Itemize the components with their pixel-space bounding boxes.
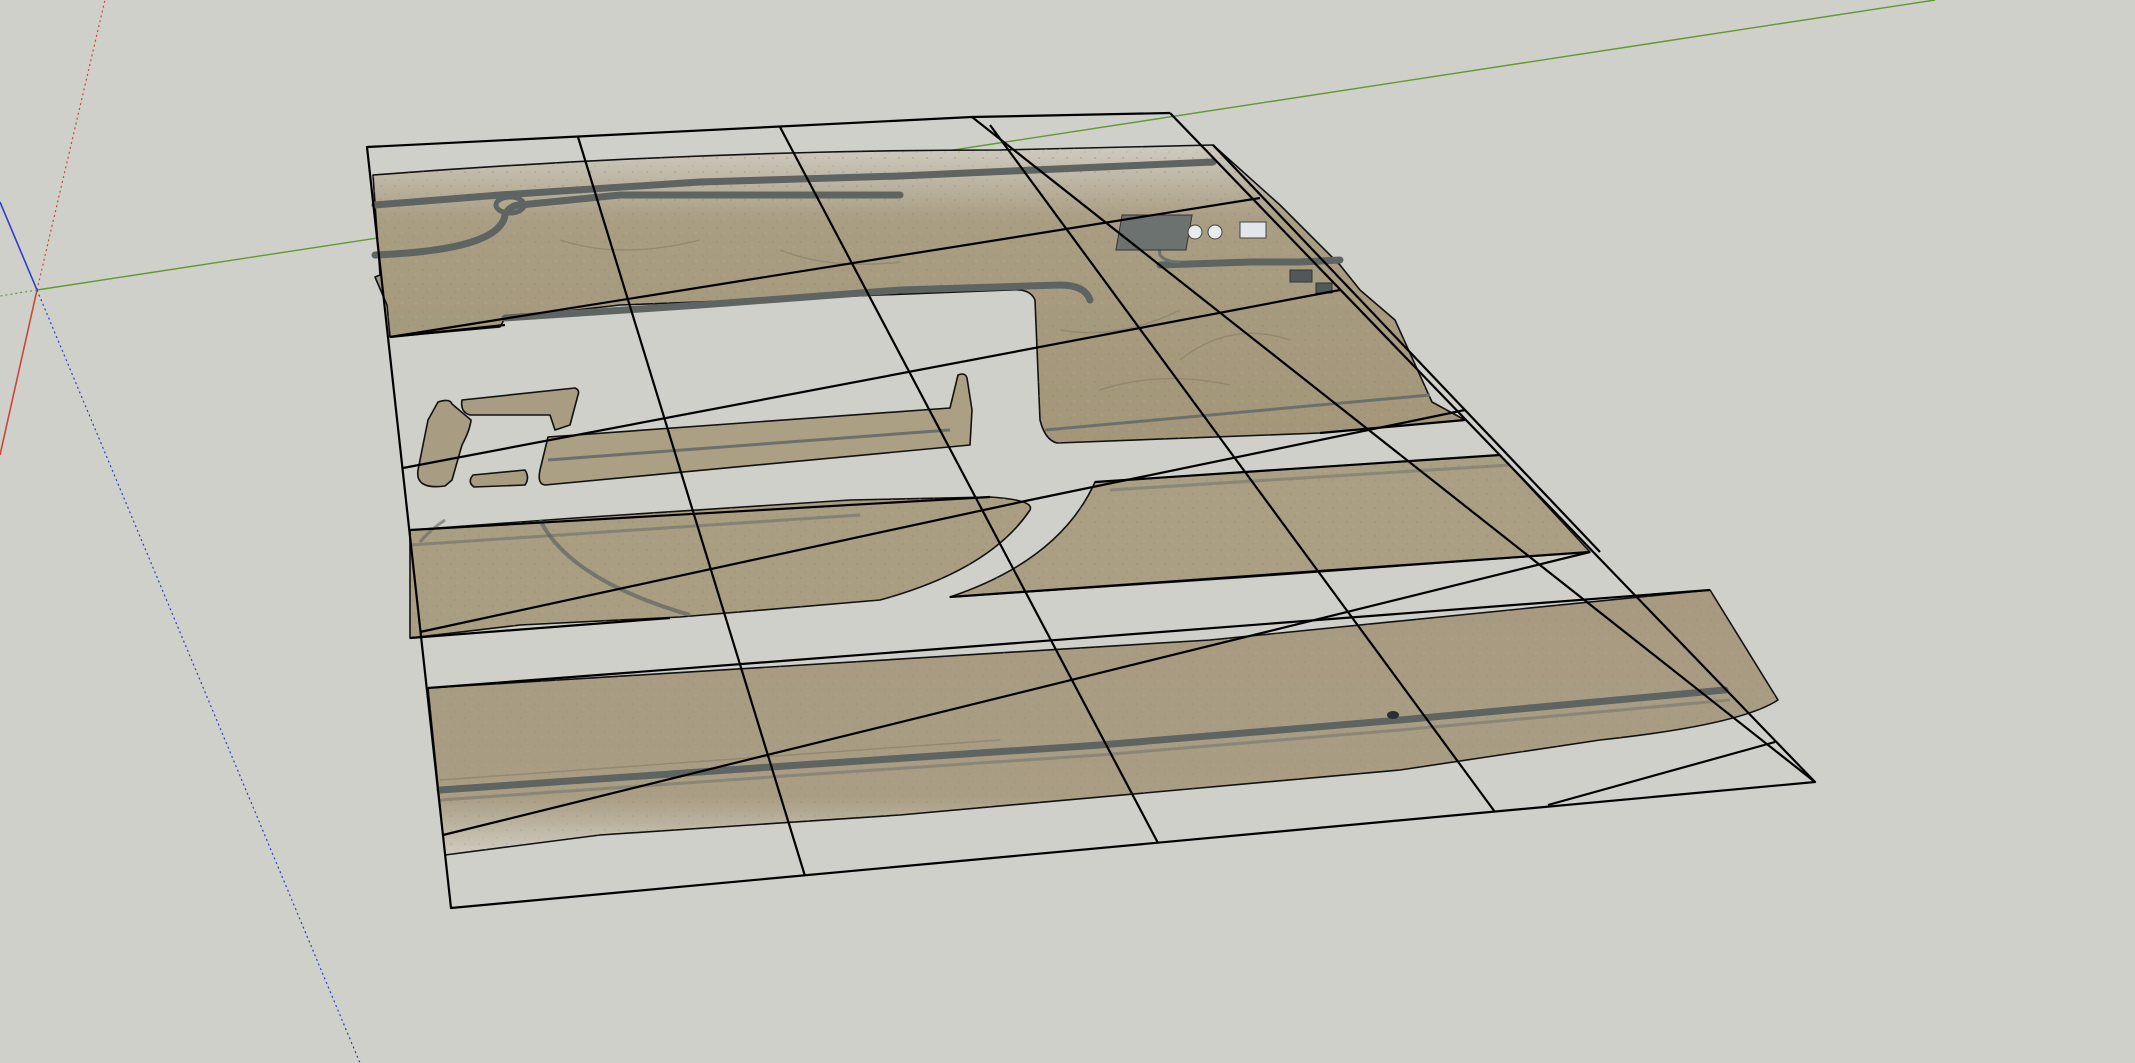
3d-viewport[interactable]: [0, 0, 2135, 1063]
terrain-small-fragments[interactable]: [416, 373, 973, 488]
scene-canvas[interactable]: [0, 0, 2135, 1063]
edge-top-extension[interactable]: [971, 111, 1171, 119]
terrain-middle-strip[interactable]: [409, 454, 1591, 639]
blue-axis-positive: [0, 201, 38, 291]
terrain-group[interactable]: [371, 144, 1779, 856]
green-axis-negative: [0, 289, 38, 297]
blue-axis-negative: [36, 289, 361, 1063]
red-axis-positive: [0, 289, 38, 456]
red-axis-negative: [36, 0, 106, 291]
terrain-bottom-strip[interactable]: [427, 589, 1779, 856]
vehicle: [1387, 711, 1399, 719]
